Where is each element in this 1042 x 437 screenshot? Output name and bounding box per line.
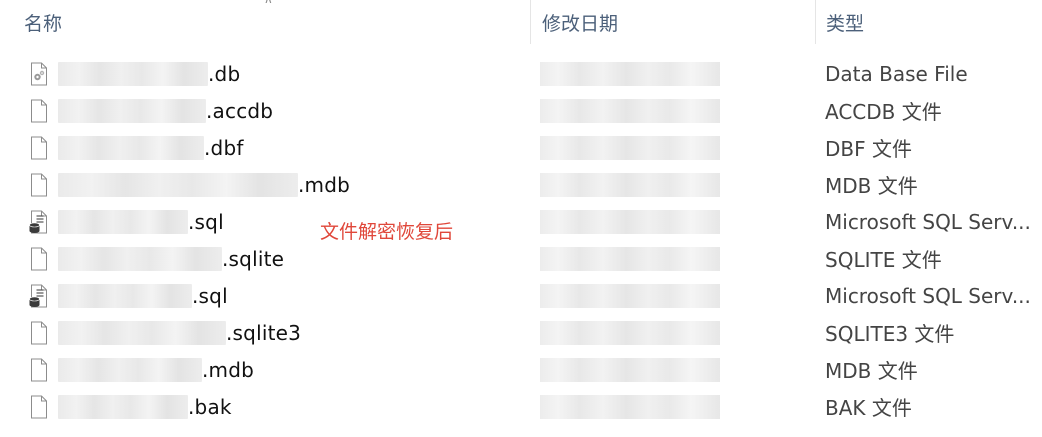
file-row[interactable]: .mdb MDB 文件 [0,351,1042,388]
file-type-cell: DBF 文件 [825,137,912,161]
file-type-cell: BAK 文件 [825,396,912,420]
column-header-date-label: 修改日期 [542,12,619,35]
obscured-modified-date [540,62,720,86]
file-extension: .bak [188,394,232,419]
file-extension: .sqlite3 [226,320,302,345]
obscured-modified-date [540,210,720,234]
file-name-cell[interactable]: .bak [26,388,526,425]
file-row[interactable]: .db Data Base File [0,55,1042,92]
file-row[interactable]: .bak BAK 文件 [0,388,1042,425]
file-extension: .accdb [206,98,274,123]
file-type-cell: Microsoft SQL Serv... [825,209,1031,234]
file-extension: .sql [192,283,228,308]
blank-file-icon [26,357,52,383]
file-row[interactable]: .accdb ACCDB 文件 [0,92,1042,129]
obscured-filename [58,357,202,382]
obscured-modified-date [540,99,720,123]
file-extension: .mdb [298,172,351,197]
obscured-modified-date [540,173,720,197]
file-extension: .db [208,61,241,86]
obscured-modified-date [540,284,720,308]
column-header-name-label: 名称 [24,12,63,35]
obscured-filename [58,246,222,271]
file-name-cell[interactable]: .sqlite3 [26,314,526,351]
annotation-text: 文件解密恢复后 [320,221,454,243]
file-row[interactable]: .sqlite SQLITE 文件 [0,240,1042,277]
file-name-cell[interactable]: .mdb [26,166,526,203]
file-row[interactable]: .dbf DBF 文件 [0,129,1042,166]
obscured-modified-date [540,321,720,345]
obscured-modified-date [540,358,720,382]
column-header-date[interactable]: 修改日期 [530,0,815,44]
obscured-modified-date [540,247,720,271]
sql-file-icon [26,209,52,235]
obscured-modified-date [540,395,720,419]
blank-file-icon [26,394,52,420]
blank-file-icon [26,246,52,272]
file-extension: .mdb [202,357,255,382]
db-file-icon [26,61,52,87]
file-type-cell: Microsoft SQL Serv... [825,283,1031,308]
column-header-type-label: 类型 [826,12,865,35]
blank-file-icon [26,172,52,198]
blank-file-icon [26,98,52,124]
column-header-name[interactable]: 名称 [0,0,530,44]
obscured-filename [58,61,208,86]
file-type-cell: ACCDB 文件 [825,100,942,124]
blank-file-icon [26,135,52,161]
obscured-filename [58,172,298,197]
file-type-cell: MDB 文件 [825,359,918,383]
file-name-cell[interactable]: .db [26,55,526,92]
file-extension: .sqlite [222,246,285,271]
file-name-cell[interactable]: .mdb [26,351,526,388]
file-extension: .dbf [204,135,244,160]
file-row[interactable]: .sql Microsoft SQL Serv... [0,277,1042,314]
file-type-cell: Data Base File [825,61,968,86]
file-name-cell[interactable]: .dbf [26,129,526,166]
obscured-filename [58,209,188,234]
obscured-modified-date [540,136,720,160]
file-row[interactable]: .sqlite3 SQLITE3 文件 [0,314,1042,351]
obscured-filename [58,98,206,123]
sql-file-icon [26,283,52,309]
obscured-filename [58,394,188,419]
file-type-cell: SQLITE 文件 [825,248,942,272]
file-name-cell[interactable]: .sql [26,277,526,314]
file-type-cell: MDB 文件 [825,174,918,198]
column-header-type[interactable]: 类型 [815,0,1042,44]
file-row[interactable]: .sql Microsoft SQL Serv... [0,203,1042,240]
blank-file-icon [26,320,52,346]
obscured-filename [58,320,226,345]
obscured-filename [58,135,204,160]
obscured-filename [58,283,192,308]
file-rows: .db Data Base File .accdb ACCDB 文件 .dbf DBF 文… [0,55,1042,425]
file-row[interactable]: .mdb MDB 文件 [0,166,1042,203]
file-explorer-list: ∧ 名称 修改日期 类型 .dbData Base File.accdbACCD… [0,0,1042,437]
file-name-cell[interactable]: .sqlite [26,240,526,277]
file-extension: .sql [188,209,224,234]
file-name-cell[interactable]: .accdb [26,92,526,129]
file-type-cell: SQLITE3 文件 [825,322,955,346]
